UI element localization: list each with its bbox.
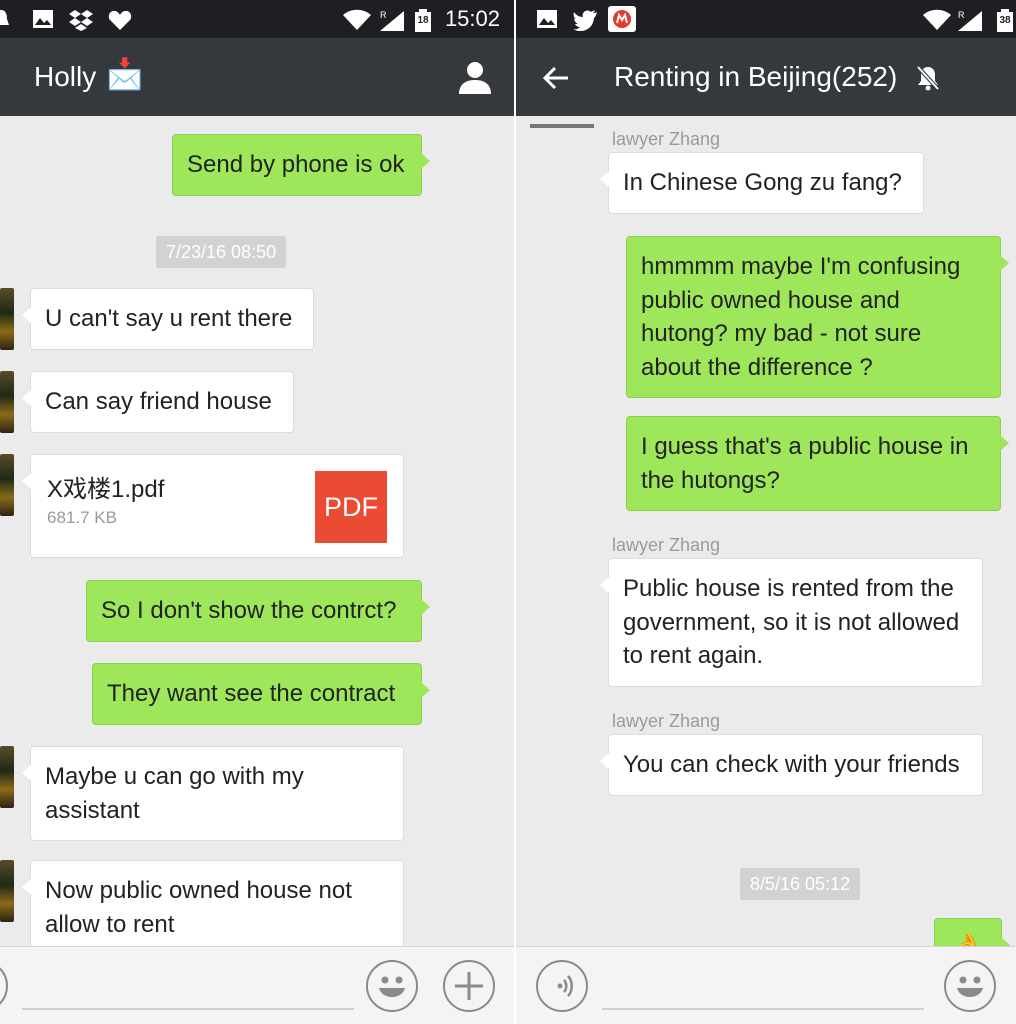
avatar[interactable] [530, 124, 594, 128]
status-bar: R 38 [516, 0, 1016, 38]
status-bar: R 18 15:02 [0, 0, 514, 38]
clock: 15:02 [444, 6, 500, 31]
back-arrow-icon[interactable] [540, 62, 572, 94]
file-name: X戏楼1.pdf [47, 476, 165, 503]
avatar[interactable] [0, 860, 14, 922]
outgoing-message[interactable]: Send by phone is ok [172, 134, 430, 196]
avatar[interactable] [0, 371, 14, 433]
incoming-message[interactable]: Can say friend house [22, 371, 294, 433]
pdf-icon: PDF [315, 471, 387, 543]
timestamp: 8/5/16 05:12 [740, 868, 861, 900]
mail-icon: 📩 [106, 58, 144, 91]
outgoing-message[interactable]: They want see the contract [92, 663, 430, 725]
avatar[interactable] [0, 746, 14, 808]
sender-name: lawyer Zhang [612, 129, 721, 149]
avatar[interactable] [0, 454, 14, 516]
file-message[interactable]: X戏楼1.pdf 681.7 KB PDF [22, 454, 404, 558]
heart-icon [108, 9, 132, 30]
battery-icon: 38 [996, 9, 1014, 32]
voice-toggle-button[interactable] [0, 960, 8, 1012]
incoming-message[interactable]: Now public owned house not allow to rent [22, 860, 404, 946]
message-input[interactable] [22, 1008, 354, 1010]
plus-icon[interactable] [443, 960, 495, 1012]
dropbox-icon [68, 9, 94, 31]
outgoing-message[interactable]: I guess that's a public house in the hut… [626, 416, 1009, 511]
notification-icon [0, 9, 10, 29]
emoji-icon[interactable] [366, 960, 418, 1012]
chat-title[interactable]: Holly [34, 60, 96, 94]
file-size: 681.7 KB [47, 508, 117, 527]
sender-name: lawyer Zhang [612, 711, 721, 731]
avatar[interactable] [0, 288, 14, 350]
signal-icon: R [956, 9, 984, 31]
input-bar [0, 946, 514, 1024]
mute-bell-icon [914, 64, 942, 92]
sender-name: lawyer Zhang [612, 535, 721, 555]
chat-title-bar: Renting in Beijing(252) [516, 38, 1016, 116]
incoming-message[interactable]: Maybe u can go with my assistant [22, 746, 404, 841]
battery-level: 18 [417, 15, 429, 26]
chat-title-bar: Holly 📩 [0, 38, 514, 116]
ok-hand-icon: 👌 [953, 932, 983, 946]
input-bar [516, 946, 1016, 1024]
image-icon [32, 9, 54, 29]
message-list[interactable]: lawyer Zhang In Chinese Gong zu fang? hm… [516, 116, 1016, 946]
wifi-icon [342, 9, 372, 30]
chat-holly-panel: R 18 15:02 Holly 📩 Send by phone is ok 7… [0, 0, 514, 1024]
incoming-message[interactable]: In Chinese Gong zu fang? [600, 152, 924, 214]
signal-icon: R [378, 9, 406, 31]
timestamp: 7/23/16 08:50 [156, 236, 287, 268]
message-input[interactable] [602, 1008, 924, 1010]
image-icon [536, 9, 558, 29]
battery-level: 38 [999, 15, 1011, 26]
outgoing-message[interactable]: hmmmm maybe I'm confusing public owned h… [626, 236, 1009, 398]
message-list[interactable]: Send by phone is ok 7/23/16 08:50 U can'… [0, 116, 514, 946]
incoming-message[interactable]: U can't say u rent there [22, 288, 314, 350]
contact-icon[interactable] [456, 58, 494, 96]
voice-icon[interactable] [536, 960, 588, 1012]
app-badge-icon [608, 6, 636, 32]
outgoing-message[interactable]: So I don't show the contrct? [86, 580, 430, 642]
battery-icon: 18 [414, 9, 432, 32]
emoji-icon[interactable] [944, 960, 996, 1012]
chat-group-panel: R 38 Renting in Beijing(252) lawyer Zhan… [516, 0, 1016, 1024]
incoming-message[interactable]: You can check with your friends [600, 734, 983, 796]
svg-text:R: R [958, 10, 965, 20]
twitter-icon [572, 9, 598, 32]
outgoing-emoji-message[interactable]: 👌 [934, 918, 1010, 946]
chat-title[interactable]: Renting in Beijing(252) [614, 60, 897, 94]
incoming-message[interactable]: Public house is rented from the governme… [600, 558, 983, 687]
svg-text:R: R [380, 10, 387, 20]
wifi-icon [922, 9, 952, 30]
